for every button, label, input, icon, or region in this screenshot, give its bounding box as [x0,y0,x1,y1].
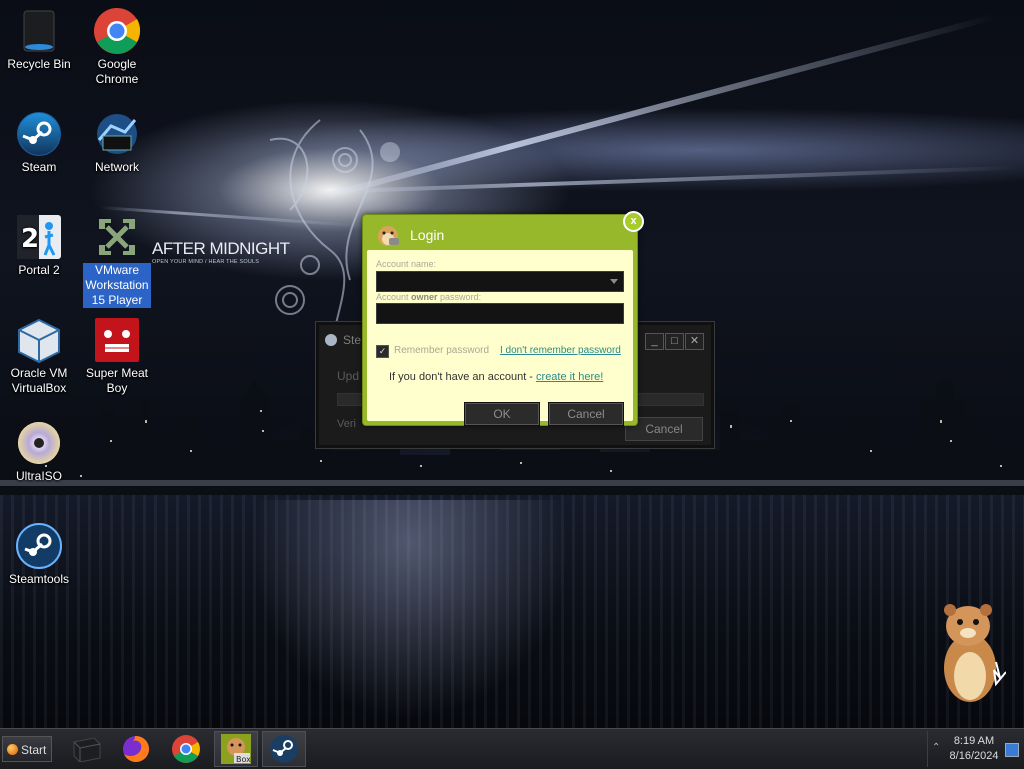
password-field[interactable] [376,303,624,324]
hamster-logo-icon [378,226,399,246]
chevron-up-icon[interactable]: ⌃ [932,742,940,753]
steam-title-icon [325,334,337,346]
clock[interactable]: 8:19 AM 8/16/2024 [944,734,1004,764]
ultraiso-icon [15,419,63,467]
account-name-dropdown[interactable] [376,271,624,292]
remember-password-checkbox[interactable]: ✓ [376,345,389,358]
taskbar-chrome[interactable] [164,731,208,767]
hamster-mascot[interactable] [936,600,1006,706]
clock-date: 8/16/2024 [949,750,999,762]
cursor-pointer [993,661,1006,687]
desktop-icon-super-meat-boy[interactable]: Super Meat Boy [78,316,156,396]
desktop-icon-vmware[interactable]: VMware Workstation 15 Player [78,213,156,308]
taskbar-steam[interactable] [262,731,306,767]
taskbar-firefox[interactable] [114,731,158,767]
start-button[interactable]: Start [2,736,52,762]
taskbar-terminal[interactable] [64,731,108,767]
start-orb-icon [7,744,18,755]
desktop-icon-portal-2[interactable]: 2 Portal 2 [0,213,78,278]
verify-status-text: Veri [337,418,356,430]
account-name-label: Account name: [376,259,437,269]
chevron-down-icon [610,279,618,284]
firefox-icon [123,736,149,762]
system-tray: ⌃ 8:19 AM 8/16/2024 [927,731,1023,767]
network-icon [93,110,141,158]
portal-2-icon: 2 [15,213,63,261]
ok-button[interactable]: OK [464,402,540,426]
super-meat-boy-icon [93,316,141,364]
desktop-icon-network[interactable]: Network [78,110,156,175]
clock-time: 8:19 AM [953,735,995,747]
notification-icon[interactable] [1005,743,1019,757]
steamtools-icon [15,522,63,570]
vmware-icon [93,213,141,261]
svg-text:Box: Box [236,755,251,764]
wallpaper-title: AFTER MIDNIGHT OPEN YOUR MIND / HEAR THE… [152,239,290,265]
login-close-button[interactable]: x [623,211,644,232]
virtualbox-icon [15,316,63,364]
login-dialog[interactable]: Login x Account name: Account owner pass… [362,211,644,426]
desktop-icon-virtualbox[interactable]: Oracle VM VirtualBox [0,316,78,396]
steam-icon [15,110,63,158]
terminal-icon [73,737,101,762]
login-body: Account name: Account owner password: ✓ … [367,250,633,426]
steam-icon [270,735,298,763]
steam-window-title: Ste [325,333,361,347]
box-hamster-icon: Box [221,734,251,764]
minimize-button[interactable]: _ [645,333,664,350]
remember-password-label: Remember password [394,345,490,356]
desktop-icon-google-chrome[interactable]: Google Chrome [78,7,156,87]
login-cancel-button[interactable]: Cancel [548,402,624,426]
desktop-icon-ultraiso[interactable]: UltraISO [0,419,78,484]
taskbar: Start Box ⌃ 8:19 AM 8/16/2024 [0,728,1024,769]
close-button[interactable]: ✕ [685,333,704,350]
recycle-bin-icon [15,7,63,55]
create-account-link[interactable]: create it here! [536,371,603,383]
chrome-icon [172,735,200,763]
forgot-password-link[interactable]: I don't remember password [500,345,621,356]
update-status-text: Upd [337,369,360,383]
svg-text:2: 2 [21,224,39,254]
no-account-text: If you don't have an account - create it… [389,371,604,383]
desktop-icon-recycle-bin[interactable]: Recycle Bin [0,7,78,72]
password-label: Account owner password: [376,292,482,302]
maximize-button[interactable]: □ [665,333,684,350]
login-title: Login [410,227,445,243]
taskbar-box-app[interactable]: Box [214,731,258,767]
login-header: Login [363,215,637,251]
desktop-icon-steam[interactable]: Steam [0,110,78,175]
chrome-icon [93,7,141,55]
desktop-icon-steamtools[interactable]: Steamtools [0,522,78,587]
